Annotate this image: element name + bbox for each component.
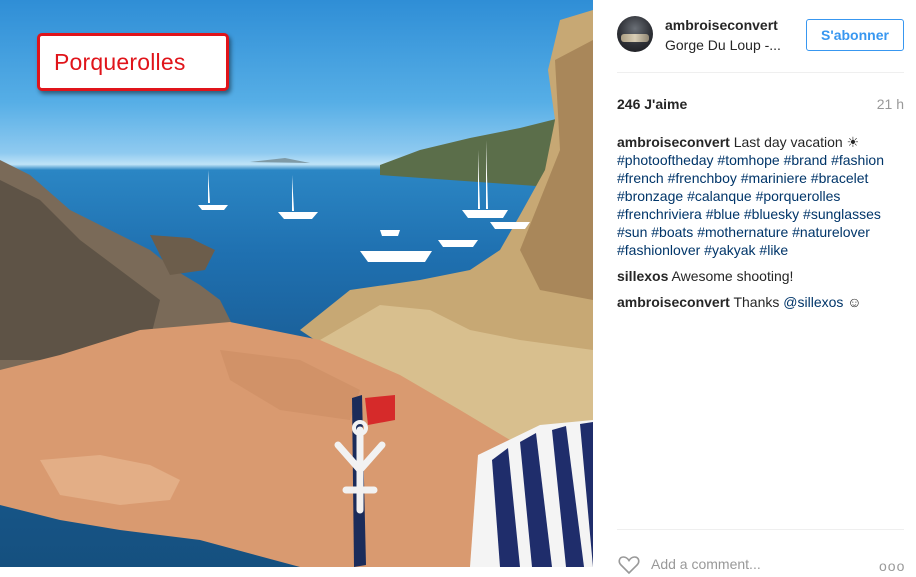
header-location[interactable]: Gorge Du Loup -... [665, 37, 781, 53]
hashtag-link[interactable]: #frenchriviera [617, 206, 702, 222]
avatar[interactable] [617, 16, 653, 52]
hashtag-link[interactable]: #calanque [687, 188, 752, 204]
hashtag-link[interactable]: #mariniere [741, 170, 807, 186]
post-container: Porquerolles ambroiseconvert Gorge Du Lo… [0, 0, 916, 575]
divider [617, 72, 904, 73]
hashtag-link[interactable]: #boats [651, 224, 693, 240]
caption-text: Last day vacation ☀ [733, 134, 860, 150]
hashtag-link[interactable]: #like [759, 242, 788, 258]
post-header: ambroiseconvert Gorge Du Loup -... S'abo… [593, 0, 916, 72]
hashtag-link[interactable]: #tomhope [717, 152, 779, 168]
caption: ambroiseconvert Last day vacation ☀ #pho… [617, 133, 892, 259]
hashtag-link[interactable]: #bronzage [617, 188, 683, 204]
more-options-icon[interactable]: ooo [879, 558, 905, 574]
comment-text: Awesome shooting! [671, 268, 794, 284]
hashtag-link[interactable]: #french [617, 170, 664, 186]
hashtag-link[interactable]: #brand [784, 152, 828, 168]
smile-emoji-icon: ☺ [847, 294, 862, 310]
post-sidebar: ambroiseconvert Gorge Du Loup -... S'abo… [593, 0, 916, 575]
hashtag-link[interactable]: #bracelet [811, 170, 869, 186]
hashtag-link[interactable]: #blue [706, 206, 740, 222]
photo-location-label: Porquerolles [37, 33, 229, 91]
hashtag-link[interactable]: #fashionlover [617, 242, 700, 258]
hashtag-link[interactable]: #yakyak [704, 242, 755, 258]
post-photo[interactable]: Porquerolles [0, 0, 593, 567]
comment-text: Thanks [733, 294, 780, 310]
header-username[interactable]: ambroiseconvert [665, 17, 778, 33]
likes-count[interactable]: 246 J'aime [617, 96, 687, 112]
hashtag-link[interactable]: #photooftheday [617, 152, 714, 168]
comment-username[interactable]: ambroiseconvert [617, 294, 730, 310]
follow-button[interactable]: S'abonner [806, 19, 904, 51]
post-timestamp[interactable]: 21 h [877, 96, 904, 112]
divider [617, 529, 904, 530]
comment-username[interactable]: sillexos [617, 268, 668, 284]
hashtag-link[interactable]: #bluesky [744, 206, 799, 222]
add-comment-input[interactable]: Add a comment... [651, 556, 761, 572]
hashtag-link[interactable]: #naturelover [792, 224, 870, 240]
caption-hashtags: #photooftheday #tomhope #brand #fashion … [617, 152, 884, 258]
photo-location-label-text: Porquerolles [54, 48, 186, 75]
hashtag-link[interactable]: #porquerolles [756, 188, 841, 204]
caption-username[interactable]: ambroiseconvert [617, 134, 730, 150]
hashtag-link[interactable]: #sun [617, 224, 647, 240]
hashtag-link[interactable]: #fashion [831, 152, 884, 168]
hashtag-link[interactable]: #frenchboy [668, 170, 737, 186]
comments-list: ambroiseconvert Last day vacation ☀ #pho… [617, 133, 892, 319]
hashtag-link[interactable]: #mothernature [697, 224, 788, 240]
comment-item: ambroiseconvert Thanks @sillexos ☺ [617, 293, 892, 311]
hashtag-link[interactable]: #sunglasses [803, 206, 881, 222]
heart-icon[interactable] [617, 553, 641, 577]
comment-mention[interactable]: @sillexos [783, 294, 843, 310]
comment-item: sillexos Awesome shooting! [617, 267, 892, 285]
